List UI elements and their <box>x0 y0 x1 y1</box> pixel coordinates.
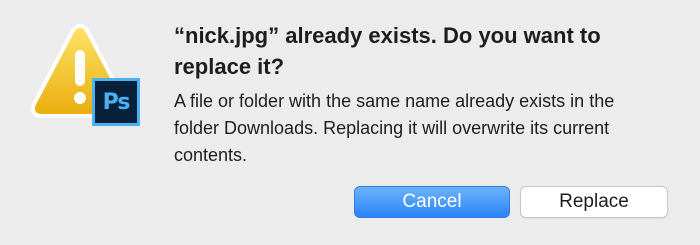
photoshop-app-icon-label: Ps <box>102 89 131 115</box>
dialog-message: A file or folder with the same name alre… <box>174 91 615 165</box>
replace-button[interactable]: Replace <box>520 186 668 218</box>
replace-file-dialog: Ps “nick.jpg” already exists. Do you wan… <box>0 0 700 245</box>
dialog-title: “nick.jpg” already exists. Do you want t… <box>174 23 601 79</box>
cancel-button[interactable]: Cancel <box>354 186 510 218</box>
dialog-icon-group: Ps <box>30 20 150 132</box>
photoshop-app-icon: Ps <box>92 78 140 126</box>
